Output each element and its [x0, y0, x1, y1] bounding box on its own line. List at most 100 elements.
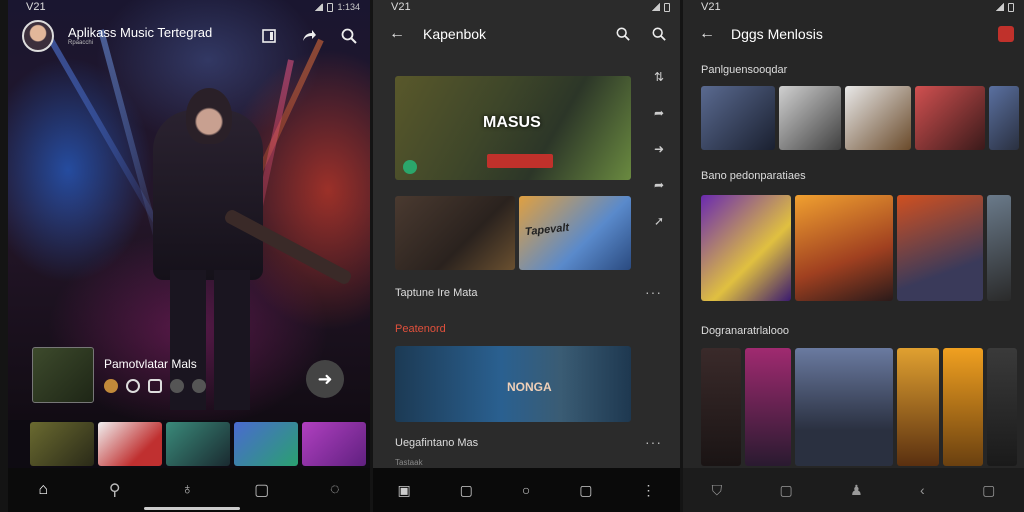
- square-icon[interactable]: ▢: [780, 482, 793, 499]
- system-navigation: ⛉ ▢ ♟ ‹ ▢: [683, 468, 1024, 512]
- thumbnail-item[interactable]: [98, 422, 162, 466]
- share-icon[interactable]: [298, 25, 320, 47]
- media-tile[interactable]: [701, 86, 775, 150]
- repeat-icon[interactable]: [148, 379, 162, 393]
- recents-icon[interactable]: ▢: [460, 482, 473, 499]
- featured-card[interactable]: MASUS: [395, 76, 631, 180]
- back-arrow-icon[interactable]: ←: [699, 25, 715, 43]
- search-icon[interactable]: [648, 23, 670, 45]
- tile-row: [701, 348, 1017, 466]
- pin-icon[interactable]: ➚: [654, 214, 664, 228]
- section-title: Tastaak: [395, 458, 423, 467]
- shield-icon[interactable]: ⛉: [712, 482, 723, 499]
- app-screens: V21 1:134 Aplikass Music Tertegrad Rpaac…: [0, 0, 1024, 512]
- title-block: Aplikass Music Tertegrad Rpaacchi: [68, 24, 213, 47]
- status-time: V21: [701, 1, 721, 13]
- avatar[interactable]: [22, 20, 54, 52]
- app-icon[interactable]: ▣: [397, 482, 410, 499]
- section-title: Panlguensooqdar: [701, 64, 788, 76]
- media-tile[interactable]: [845, 86, 911, 150]
- browse-screen: V21 ← Kapenbok ⇅ ➦ ➜ ➦ ➚ MASUS Tapevalt: [373, 0, 680, 512]
- back-chevron-icon[interactable]: ‹: [920, 482, 925, 498]
- section-title: Taptune Ire Mata: [395, 287, 478, 299]
- media-tile[interactable]: [987, 195, 1011, 301]
- musician-head: [186, 88, 232, 144]
- media-tile[interactable]: [915, 86, 985, 150]
- recent-thumbnails: [30, 422, 370, 466]
- bottom-navigation: ⌂ ⚲ ♁ ▢ ◌: [8, 468, 370, 512]
- media-tile[interactable]: [897, 195, 983, 301]
- share-icon[interactable]: ➦: [654, 106, 664, 120]
- more-icon[interactable]: [192, 379, 206, 393]
- media-tile[interactable]: [897, 348, 939, 466]
- cast-icon[interactable]: [258, 25, 280, 47]
- chat-icon[interactable]: ◌: [330, 481, 340, 499]
- now-playing-bar[interactable]: Pamotvlatar Mals ➜: [32, 346, 362, 404]
- now-playing-controls: [104, 379, 206, 393]
- thumbnail-item[interactable]: [30, 422, 94, 466]
- system-navigation: ▣ ▢ ○ ▢ ⋮: [373, 468, 680, 512]
- media-tile[interactable]: [795, 348, 893, 466]
- search-icon[interactable]: ⚲: [109, 480, 121, 500]
- section-title: Bano pedonparatiaes: [701, 170, 806, 182]
- more-icon[interactable]: ···: [645, 434, 662, 450]
- profile-icon[interactable]: ♟: [850, 482, 863, 499]
- section-title: Dogranaratrlalooo: [701, 325, 790, 337]
- queue-icon[interactable]: [170, 379, 184, 393]
- screen-title: Dggs Menlosis: [731, 26, 823, 42]
- media-card[interactable]: NONGA: [395, 346, 631, 422]
- signal-icon: [996, 3, 1004, 11]
- square-icon[interactable]: ▢: [254, 480, 269, 500]
- media-card[interactable]: [395, 196, 515, 270]
- media-tile[interactable]: [779, 86, 841, 150]
- thumbnail-item[interactable]: [302, 422, 366, 466]
- header-actions: [258, 25, 360, 47]
- media-tile[interactable]: [943, 348, 983, 466]
- screen-title: Kapenbok: [423, 26, 487, 42]
- next-arrow-button[interactable]: ➜: [306, 360, 344, 398]
- status-bar: V21: [373, 0, 680, 14]
- media-tile[interactable]: [987, 348, 1017, 466]
- status-time: V21: [391, 1, 411, 13]
- more-icon[interactable]: ···: [645, 284, 662, 300]
- search-icon[interactable]: [612, 23, 634, 45]
- media-tile[interactable]: [795, 195, 893, 301]
- media-tile[interactable]: [989, 86, 1019, 150]
- square-icon[interactable]: ▢: [579, 482, 592, 499]
- now-playing-info: Pamotvlatar Mals: [104, 357, 206, 393]
- music-home-screen: V21 1:134 Aplikass Music Tertegrad Rpaac…: [8, 0, 370, 512]
- home-circle-icon[interactable]: ○: [522, 482, 530, 498]
- home-icon[interactable]: ⌂: [38, 481, 48, 499]
- media-tile[interactable]: [701, 348, 741, 466]
- share-icon[interactable]: ➦: [654, 178, 664, 192]
- status-time: V21: [26, 1, 46, 13]
- status-right: 1:134: [337, 2, 360, 12]
- square-icon[interactable]: ▢: [982, 482, 995, 499]
- search-icon[interactable]: [338, 25, 360, 47]
- app-header: Aplikass Music Tertegrad Rpaacchi: [22, 18, 360, 54]
- sort-icon[interactable]: ⇅: [654, 70, 664, 84]
- home-indicator[interactable]: [144, 507, 240, 510]
- battery-icon: [1008, 2, 1014, 12]
- like-icon[interactable]: [126, 379, 140, 393]
- status-bar: V21 1:134: [8, 0, 370, 14]
- tile-row: [701, 195, 1011, 301]
- artist-icon[interactable]: [104, 379, 118, 393]
- record-icon[interactable]: [998, 26, 1014, 42]
- screen-header: ← Kapenbok: [373, 16, 680, 52]
- thumbnail-item[interactable]: [166, 422, 230, 466]
- media-tile[interactable]: [745, 348, 791, 466]
- card-title: NONGA: [507, 380, 552, 394]
- media-tile[interactable]: [701, 195, 791, 301]
- header-actions: [612, 23, 670, 45]
- back-arrow-icon[interactable]: ←: [389, 25, 405, 43]
- media-card[interactable]: Tapevalt: [519, 196, 631, 270]
- more-vertical-icon[interactable]: ⋮: [641, 482, 655, 499]
- battery-icon: [664, 2, 670, 12]
- library-icon[interactable]: ♁: [181, 481, 193, 499]
- section-title: Uegafintano Mas: [395, 437, 479, 449]
- battery-icon: [327, 2, 334, 12]
- app-title: Aplikass Music Tertegrad: [68, 24, 213, 40]
- forward-icon[interactable]: ➜: [654, 142, 664, 156]
- thumbnail-item[interactable]: [234, 422, 298, 466]
